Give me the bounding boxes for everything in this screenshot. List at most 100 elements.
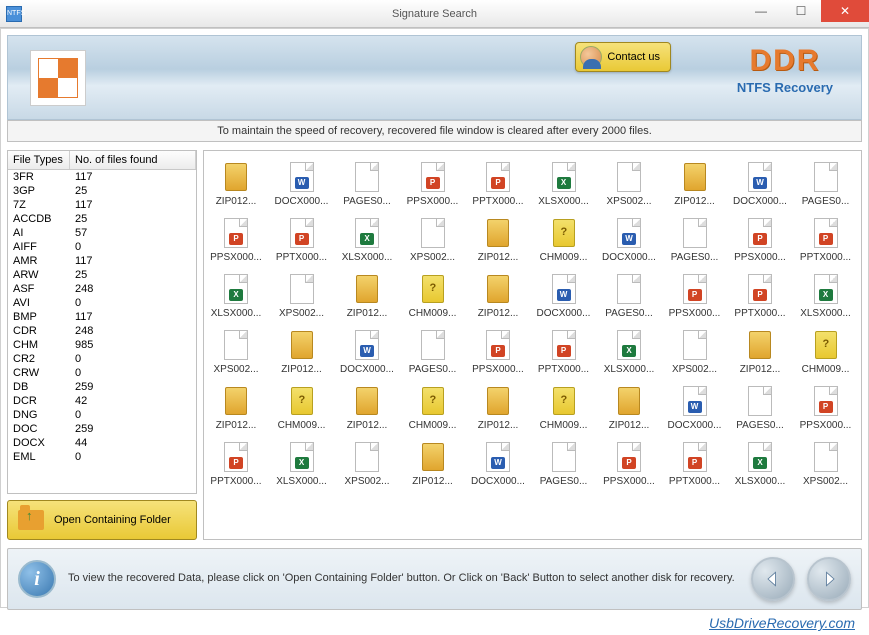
file-item[interactable]: PPPTX000... (665, 437, 725, 491)
file-item[interactable]: CHM009... (796, 325, 856, 379)
file-item[interactable]: WDOCX000... (272, 157, 332, 211)
maximize-button[interactable]: ☐ (781, 0, 821, 22)
table-row[interactable]: DB259 (8, 380, 196, 394)
file-name: ZIP012... (674, 196, 715, 207)
table-row[interactable]: 3GP25 (8, 184, 196, 198)
file-item[interactable]: ZIP012... (730, 325, 790, 379)
table-row[interactable]: DOC259 (8, 422, 196, 436)
table-header[interactable]: File Types No. of files found (8, 151, 196, 170)
file-item[interactable]: XPS002... (403, 213, 463, 267)
file-name: CHM009... (409, 420, 457, 431)
file-item[interactable]: WDOCX000... (468, 437, 528, 491)
col-file-types[interactable]: File Types (8, 151, 70, 169)
minimize-button[interactable]: — (741, 0, 781, 22)
file-item[interactable]: WDOCX000... (599, 213, 659, 267)
back-button[interactable] (751, 557, 795, 601)
file-item[interactable]: CHM009... (403, 381, 463, 435)
table-row[interactable]: CDR248 (8, 324, 196, 338)
file-item[interactable]: PPPTX000... (796, 213, 856, 267)
file-item[interactable]: PPPTX000... (272, 213, 332, 267)
file-item[interactable]: PPPSX000... (665, 269, 725, 323)
file-item[interactable]: XXLSX000... (599, 325, 659, 379)
file-name: PAGES0... (802, 196, 850, 207)
file-item[interactable]: XXLSX000... (272, 437, 332, 491)
file-item[interactable]: XXLSX000... (534, 157, 594, 211)
file-item[interactable]: XPS002... (665, 325, 725, 379)
table-row[interactable]: DNG0 (8, 408, 196, 422)
file-item[interactable]: CHM009... (534, 213, 594, 267)
file-item[interactable]: ZIP012... (206, 381, 266, 435)
table-row[interactable]: AVI0 (8, 296, 196, 310)
file-item[interactable]: PAGES0... (337, 157, 397, 211)
file-item[interactable]: CHM009... (534, 381, 594, 435)
table-row[interactable]: AIFF0 (8, 240, 196, 254)
contact-us-button[interactable]: Contact us (575, 42, 671, 72)
table-row[interactable]: CHM985 (8, 338, 196, 352)
info-bar: To maintain the speed of recovery, recov… (7, 120, 862, 142)
next-button[interactable] (807, 557, 851, 601)
recovered-files-panel[interactable]: ZIP012...WDOCX000...PAGES0...PPPSX000...… (203, 150, 862, 540)
table-row[interactable]: CR20 (8, 352, 196, 366)
file-item[interactable]: XPS002... (206, 325, 266, 379)
file-item[interactable]: WDOCX000... (534, 269, 594, 323)
file-item[interactable]: ZIP012... (468, 269, 528, 323)
file-item[interactable]: PAGES0... (796, 157, 856, 211)
table-row[interactable]: CRW0 (8, 366, 196, 380)
file-item[interactable]: ZIP012... (599, 381, 659, 435)
file-item[interactable]: XPS002... (272, 269, 332, 323)
file-icon (483, 217, 513, 249)
file-item[interactable]: ZIP012... (665, 157, 725, 211)
watermark-link[interactable]: UsbDriveRecovery.com (709, 615, 855, 631)
file-item[interactable]: PPPSX000... (468, 325, 528, 379)
table-row[interactable]: 3FR117 (8, 170, 196, 184)
file-item[interactable]: WDOCX000... (730, 157, 790, 211)
file-item[interactable]: PPPTX000... (534, 325, 594, 379)
table-row[interactable]: ACCDB25 (8, 212, 196, 226)
table-row[interactable]: DOCX44 (8, 436, 196, 450)
file-item[interactable]: PPPTX000... (206, 437, 266, 491)
file-item[interactable]: ZIP012... (206, 157, 266, 211)
file-item[interactable]: XXLSX000... (337, 213, 397, 267)
table-row[interactable]: ASF248 (8, 282, 196, 296)
file-item[interactable]: XXLSX000... (730, 437, 790, 491)
file-item[interactable]: CHM009... (272, 381, 332, 435)
file-item[interactable]: PAGES0... (534, 437, 594, 491)
file-types-table[interactable]: File Types No. of files found 3FR1173GP2… (7, 150, 197, 494)
close-button[interactable]: ✕ (821, 0, 869, 22)
table-row[interactable]: DCR42 (8, 394, 196, 408)
file-item[interactable]: XXLSX000... (796, 269, 856, 323)
file-item[interactable]: XPS002... (796, 437, 856, 491)
table-row[interactable]: AI57 (8, 226, 196, 240)
file-item[interactable]: ZIP012... (403, 437, 463, 491)
file-item[interactable]: PAGES0... (665, 213, 725, 267)
file-item[interactable]: XXLSX000... (206, 269, 266, 323)
file-item[interactable]: PAGES0... (599, 269, 659, 323)
file-item[interactable]: WDOCX000... (337, 325, 397, 379)
table-row[interactable]: AMR117 (8, 254, 196, 268)
file-name: PPSX000... (669, 308, 721, 319)
file-item[interactable]: ZIP012... (337, 381, 397, 435)
file-item[interactable]: PAGES0... (730, 381, 790, 435)
open-containing-folder-button[interactable]: Open Containing Folder (7, 500, 197, 540)
table-row[interactable]: ARW25 (8, 268, 196, 282)
file-item[interactable]: PPPTX000... (468, 157, 528, 211)
file-item[interactable]: PPPSX000... (796, 381, 856, 435)
file-item[interactable]: PPPSX000... (730, 213, 790, 267)
table-row[interactable]: EML0 (8, 450, 196, 464)
file-item[interactable]: ZIP012... (468, 381, 528, 435)
file-item[interactable]: PPPSX000... (206, 213, 266, 267)
file-item[interactable]: PPPTX000... (730, 269, 790, 323)
table-row[interactable]: 7Z117 (8, 198, 196, 212)
table-row[interactable]: BMP117 (8, 310, 196, 324)
file-item[interactable]: PPPSX000... (599, 437, 659, 491)
file-item[interactable]: PPPSX000... (403, 157, 463, 211)
file-item[interactable]: ZIP012... (468, 213, 528, 267)
file-item[interactable]: ZIP012... (337, 269, 397, 323)
file-item[interactable]: PAGES0... (403, 325, 463, 379)
file-item[interactable]: WDOCX000... (665, 381, 725, 435)
file-item[interactable]: CHM009... (403, 269, 463, 323)
file-item[interactable]: XPS002... (599, 157, 659, 211)
file-item[interactable]: ZIP012... (272, 325, 332, 379)
file-item[interactable]: XPS002... (337, 437, 397, 491)
col-files-found[interactable]: No. of files found (70, 151, 196, 169)
